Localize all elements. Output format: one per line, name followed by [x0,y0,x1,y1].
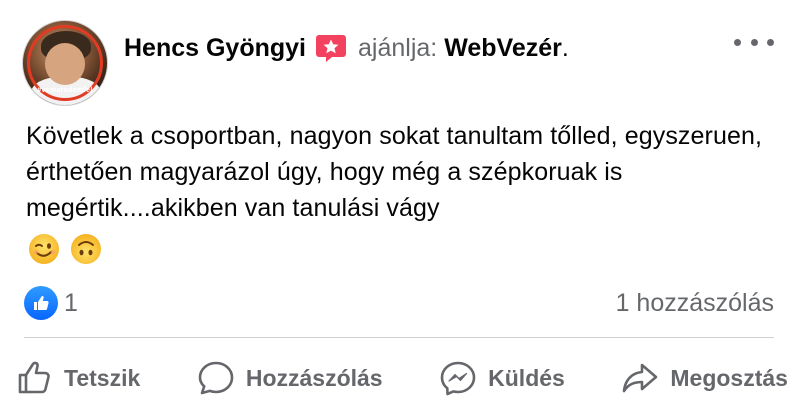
like-count[interactable]: 1 [64,286,78,320]
send-label: Küldés [488,364,565,391]
share-button[interactable]: Megosztás [620,358,788,398]
author-name[interactable]: Hencs Gyöngyi [124,31,306,65]
more-dot [767,38,774,46]
like-button[interactable]: Tetszik [14,358,140,398]
comment-bubble-icon [198,361,234,395]
post-text: Követlek a csoportban, nagyon sokat tanu… [26,122,763,222]
send-button[interactable]: Küldés [438,358,565,398]
post-header: #vemaradomfel Hencs Gyöngyi ajánlja: Web… [22,20,780,106]
avatar-caption: #vemaradomfel [37,87,93,94]
comment-label: Hozzászólás [245,364,383,391]
like-reaction-badge[interactable] [24,286,58,320]
recommend-star-icon [316,35,346,62]
emoji-row [28,233,102,265]
thumbs-up-icon [34,296,49,310]
comment-button[interactable]: Hozzászólás [196,358,383,398]
share-arrow-icon [623,363,658,393]
more-dots-icon [734,38,741,46]
page-name-link[interactable]: WebVezér [444,31,562,65]
recommend-text: ajánlja: [358,34,438,62]
reaction-stats: 1 1 hozzászólás [24,284,774,320]
more-options-button[interactable] [734,34,774,50]
avatar[interactable]: #vemaradomfel [22,20,108,106]
title-period: . [561,34,569,62]
divider [24,337,774,338]
recommendation-post: #vemaradomfel Hencs Gyöngyi ajánlja: Web… [0,0,800,407]
like-label: Tetszik [64,364,141,391]
more-dot [750,38,758,46]
thumbs-up-outline-icon [18,361,50,394]
winking-face-icon [29,234,59,264]
post-title-line: Hencs Gyöngyi ajánlja: WebVezér. [124,31,569,65]
comment-count[interactable]: 1 hozzászólás [616,286,774,320]
messenger-icon [440,361,476,396]
share-label: Megosztás [670,364,788,391]
action-bar: Tetszik Hozzászólás Küldés Megosztás [14,356,788,400]
upside-down-face-icon [71,234,101,264]
